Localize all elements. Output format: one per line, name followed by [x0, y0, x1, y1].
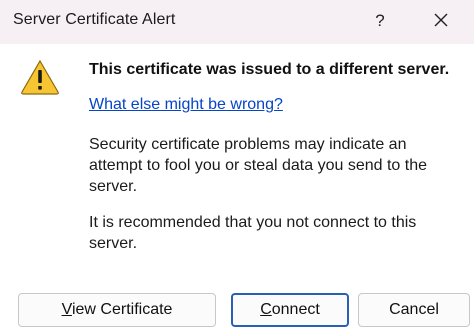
- title-bar: Server Certificate Alert ?: [0, 0, 474, 44]
- view-certificate-mnemonic: V: [61, 301, 72, 318]
- window-title: Server Certificate Alert: [13, 11, 176, 28]
- message-headline: This certificate was issued to a differe…: [89, 61, 450, 78]
- server-certificate-alert-dialog: Server Certificate Alert ? This certific…: [0, 0, 474, 328]
- close-button[interactable]: [424, 4, 458, 38]
- connect-mnemonic: C: [260, 301, 272, 318]
- connect-button[interactable]: Connect: [231, 293, 349, 327]
- warning-icon: [21, 59, 59, 95]
- close-icon: [434, 13, 448, 27]
- message-paragraph-2: It is recommended that you not connect t…: [89, 214, 417, 252]
- cancel-button[interactable]: Cancel: [358, 293, 470, 327]
- what-else-link[interactable]: What else might be wrong?: [89, 96, 283, 114]
- view-certificate-label: iew Certificate: [71, 301, 173, 318]
- connect-label: onnect: [271, 301, 320, 318]
- view-certificate-button[interactable]: View Certificate: [18, 293, 216, 327]
- help-button[interactable]: ?: [364, 4, 396, 38]
- message-paragraph-1: Security certificate problems may indica…: [89, 136, 427, 195]
